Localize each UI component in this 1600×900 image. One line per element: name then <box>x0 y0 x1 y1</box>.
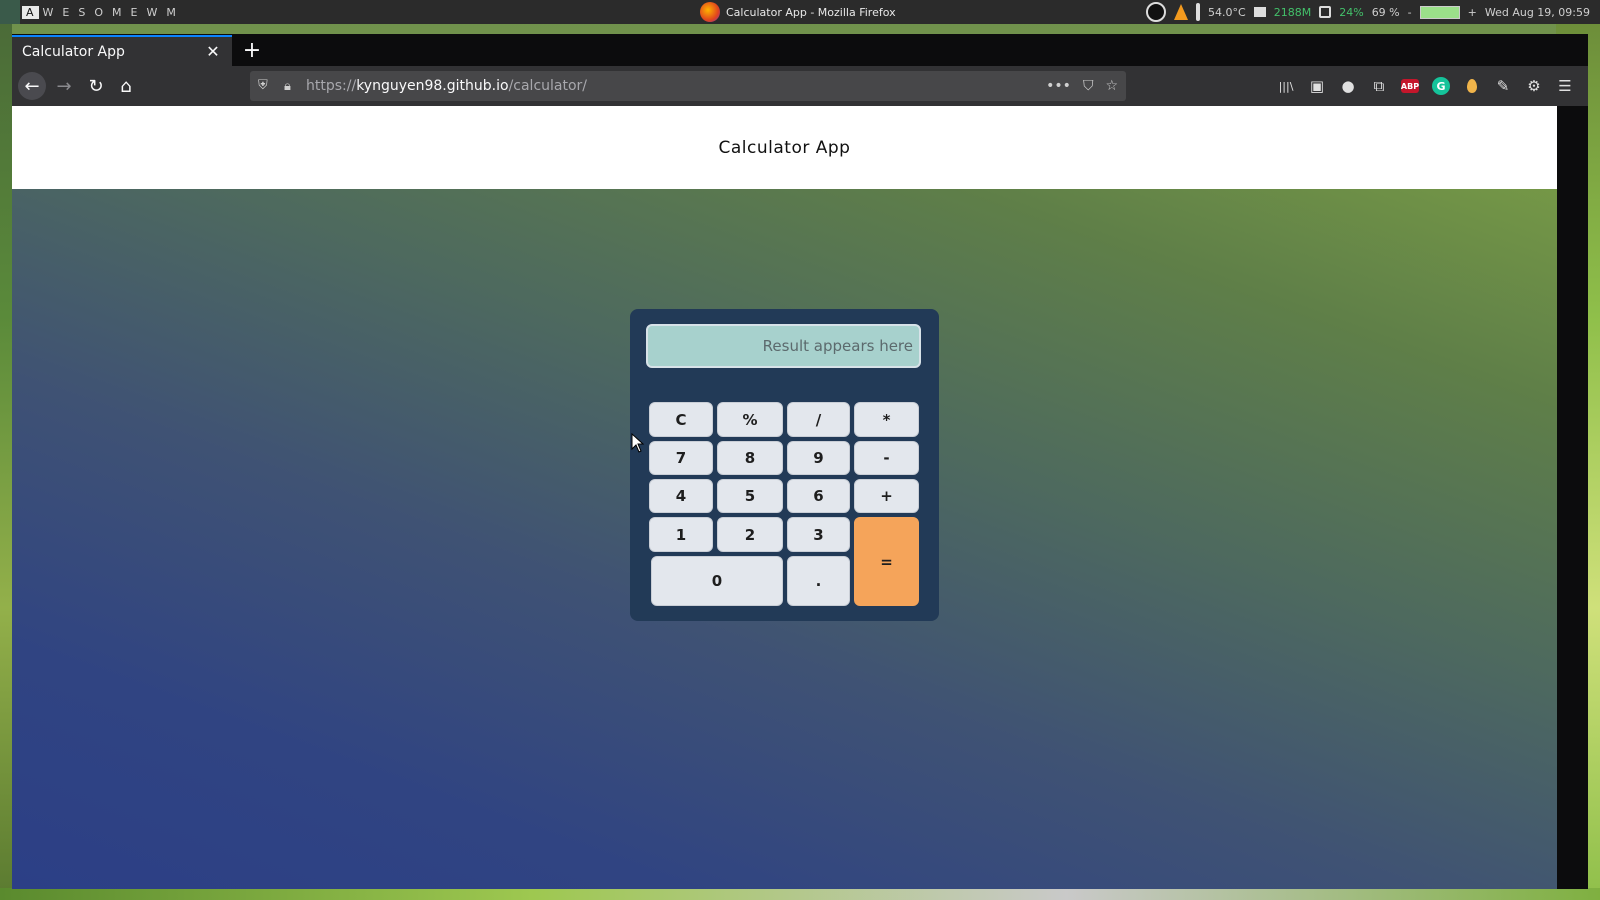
digit-7-button[interactable]: 7 <box>649 441 713 475</box>
focused-window-title: Calculator App - Mozilla Firefox <box>700 0 896 24</box>
workspace-tag[interactable]: A <box>22 5 39 19</box>
equals-button[interactable]: = <box>854 517 919 606</box>
digit-3-button[interactable]: 3 <box>787 517 850 552</box>
calculator: Result appears here C % / * 7 8 9 - 4 5 … <box>630 309 939 621</box>
digit-5-button[interactable]: 5 <box>717 479 783 513</box>
close-tab-icon[interactable]: ✕ <box>204 42 222 61</box>
digit-0-button[interactable]: 0 <box>651 556 783 606</box>
obs-icon[interactable] <box>1146 2 1167 22</box>
page-title: Calculator App <box>718 137 851 158</box>
temperature-readout: 54.0°C <box>1208 5 1246 19</box>
workspace-tag[interactable]: M <box>162 6 181 19</box>
forward-button[interactable]: → <box>50 72 78 100</box>
percent-button[interactable]: % <box>717 402 783 437</box>
launcher-icon[interactable] <box>0 0 20 24</box>
clock: Wed Aug 19, 09:59 <box>1484 5 1590 19</box>
new-tab-button[interactable]: + <box>240 38 264 63</box>
url-actions: ••• ⛉ ☆ <box>1046 78 1118 94</box>
grammarly-icon[interactable]: G <box>1432 77 1450 95</box>
digit-6-button[interactable]: 6 <box>787 479 850 513</box>
workspace-tags: A W E S O M E W M <box>22 0 181 24</box>
url-path: /calculator/ <box>508 78 588 94</box>
digit-1-button[interactable]: 1 <box>649 517 713 552</box>
memory-icon <box>1253 7 1266 17</box>
url-bar[interactable]: ⛨ 🔒︎ https://kynguyen98.github.io/calcul… <box>250 71 1126 101</box>
battery-icon <box>1419 5 1460 19</box>
workspace-tag[interactable]: O <box>90 6 108 19</box>
result-display[interactable]: Result appears here <box>646 324 921 368</box>
multiply-button[interactable]: * <box>854 402 919 437</box>
bookmark-star-icon[interactable]: ☆ <box>1105 78 1118 94</box>
decimal-button[interactable]: . <box>787 556 850 606</box>
digit-8-button[interactable]: 8 <box>717 441 783 475</box>
url-text[interactable]: https://kynguyen98.github.io/calculator/ <box>306 78 1046 94</box>
battery-charging: + <box>1467 5 1477 19</box>
brightness-icon <box>1319 6 1332 18</box>
tab-calculator-app[interactable]: Calculator App ✕ <box>12 35 232 66</box>
page-actions-icon[interactable]: ••• <box>1046 78 1071 94</box>
back-button[interactable]: ← <box>18 72 46 100</box>
digit-2-button[interactable]: 2 <box>717 517 783 552</box>
picture-in-picture-icon[interactable]: ⧉ <box>1370 77 1388 95</box>
battery-separator: - <box>1407 5 1412 19</box>
desktop-wallpaper <box>0 24 12 900</box>
account-icon[interactable]: ● <box>1339 77 1357 95</box>
library-icon[interactable]: |||\ <box>1277 77 1295 95</box>
plus-button[interactable]: + <box>854 479 919 513</box>
memory-readout: 2188M <box>1273 5 1312 19</box>
workspace-tag[interactable]: M <box>108 6 127 19</box>
minus-button[interactable]: - <box>854 441 919 475</box>
adblock-plus-icon[interactable]: ABP <box>1401 79 1419 93</box>
firefox-icon <box>700 2 720 22</box>
toolbar-extensions: |||\ ▣ ● ⧉ ABP G ✎ ⚙ ☰ <box>1277 72 1574 100</box>
vlc-icon[interactable] <box>1174 4 1189 20</box>
window-manager-bar: A W E S O M E W M Calculator App - Mozil… <box>0 0 1600 24</box>
sidebar-icon[interactable]: ▣ <box>1308 77 1326 95</box>
workspace-tag[interactable]: W <box>142 6 162 19</box>
tab-strip: Calculator App ✕ + <box>12 34 1588 66</box>
brightness-readout: 24% <box>1339 5 1364 19</box>
clear-button[interactable]: C <box>649 402 713 437</box>
tab-title: Calculator App <box>22 43 125 60</box>
window-title-text: Calculator App - Mozilla Firefox <box>726 5 896 19</box>
divide-button[interactable]: / <box>787 402 850 437</box>
battery-percent: 69 % <box>1371 5 1400 19</box>
desktop-wallpaper <box>0 888 1600 900</box>
workspace-tag[interactable]: W <box>39 6 59 19</box>
page-header: Calculator App <box>12 106 1557 189</box>
pen-icon[interactable]: ✎ <box>1494 77 1512 95</box>
reload-button[interactable]: ↻ <box>82 72 110 100</box>
workspace-tag[interactable]: E <box>127 6 143 19</box>
thermometer-icon <box>1196 3 1201 21</box>
home-button[interactable]: ⌂ <box>112 72 140 100</box>
system-tray: 54.0°C 2188M 24% 69 % - + Wed Aug 19, 09… <box>1146 0 1590 24</box>
pocket-icon[interactable]: ⛉ <box>1083 78 1094 94</box>
url-scheme: https:// <box>306 78 357 94</box>
extension-drop-icon[interactable] <box>1463 77 1481 95</box>
navigation-toolbar: ← → ↻ ⌂ ⛨ 🔒︎ https://kynguyen98.github.i… <box>12 66 1588 106</box>
workspace-tag[interactable]: E <box>58 6 74 19</box>
url-host: kynguyen98.github.io <box>356 78 509 94</box>
hamburger-menu-icon[interactable]: ☰ <box>1556 77 1574 95</box>
digit-4-button[interactable]: 4 <box>649 479 713 513</box>
workspace-tag[interactable]: S <box>74 6 90 19</box>
tracking-protection-icon[interactable]: ⛨ <box>258 78 272 94</box>
settings-gear-icon[interactable]: ⚙ <box>1525 77 1543 95</box>
lock-icon[interactable]: 🔒︎ <box>284 79 296 94</box>
digit-9-button[interactable]: 9 <box>787 441 850 475</box>
